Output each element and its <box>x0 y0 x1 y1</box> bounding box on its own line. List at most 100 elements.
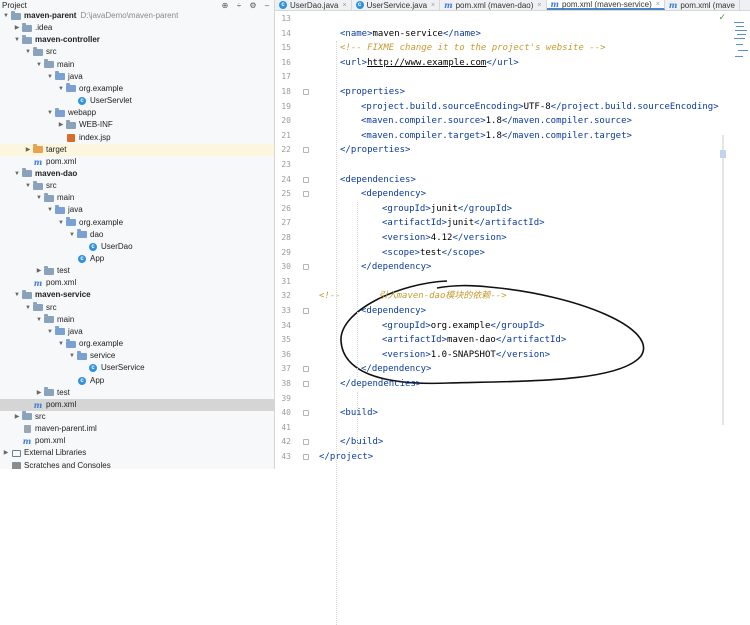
editor-tab[interactable]: m pom.xml (maven-service) × <box>546 0 665 10</box>
tree-item[interactable]: c App <box>0 375 274 387</box>
tree-item[interactable]: ▼ org.example <box>0 83 274 95</box>
tree-item[interactable]: m pom.xml <box>0 156 274 168</box>
tree-item[interactable]: ▼ maven-service <box>0 289 274 301</box>
fold-marker-icon[interactable] <box>303 89 309 95</box>
fold-marker-icon[interactable] <box>303 176 309 183</box>
chevron-down-icon[interactable]: ▼ <box>35 314 43 326</box>
chevron-down-icon[interactable]: ▼ <box>57 338 65 350</box>
fold-marker-icon[interactable] <box>303 454 309 460</box>
fold-marker-icon[interactable] <box>303 147 309 154</box>
chevron-down-icon[interactable]: ▼ <box>46 326 54 338</box>
tree-item[interactable]: ▼ maven-dao <box>0 168 274 180</box>
fold-marker-icon[interactable] <box>303 381 309 387</box>
tree-item[interactable]: c UserDao <box>0 241 274 253</box>
chevron-down-icon[interactable]: ▼ <box>68 229 76 241</box>
code-area[interactable]: <name>maven-service</name> <!-- FIXME cha… <box>319 11 750 625</box>
tree-item[interactable]: ▼ main <box>0 192 274 204</box>
tree-item[interactable]: m pom.xml <box>0 277 274 289</box>
chevron-down-icon[interactable]: ▼ <box>24 46 32 58</box>
scrollbar-thumb[interactable] <box>720 150 726 158</box>
code-token: <!-- 引入maven-dao模块的依赖--> <box>319 291 507 302</box>
chevron-right-icon[interactable]: ▶ <box>35 387 43 399</box>
tree-item[interactable]: ▼ src <box>0 180 274 192</box>
chevron-right-icon[interactable]: ▶ <box>35 265 43 277</box>
tree-item[interactable]: ▼ src <box>0 302 274 314</box>
project-panel-title[interactable]: Project <box>2 1 218 10</box>
fold-marker-icon[interactable] <box>303 308 309 314</box>
tree-item[interactable]: ▼ org.example <box>0 338 274 350</box>
tree-item[interactable]: m pom.xml <box>0 398 274 411</box>
tree-item[interactable]: ▼ maven-parent D:\javaDemo\maven-parent <box>0 10 274 22</box>
fold-marker-icon[interactable] <box>303 410 309 417</box>
chevron-down-icon[interactable]: ▼ <box>57 83 65 95</box>
chevron-right-icon[interactable]: ▶ <box>57 119 65 131</box>
tree-item[interactable]: ▼ webapp <box>0 107 274 119</box>
tree-item[interactable]: ▼ src <box>0 46 274 58</box>
tree-item[interactable]: ▼ service <box>0 350 274 362</box>
tree-item[interactable]: maven-parent.iml <box>0 423 274 435</box>
chevron-down-icon[interactable]: ▼ <box>46 107 54 119</box>
tree-item[interactable]: Scratches and Consoles <box>0 460 274 469</box>
code-token: <maven.compiler.source> <box>361 116 486 127</box>
collapse-icon[interactable]: ÷ <box>232 1 246 10</box>
tree-item[interactable]: ▼ java <box>0 326 274 338</box>
gear-icon[interactable]: ⊕ <box>218 1 232 10</box>
tree-item[interactable]: ▶ src <box>0 411 274 423</box>
code-token: test <box>419 247 442 258</box>
tree-item[interactable]: ▶ target <box>0 143 274 156</box>
close-icon[interactable]: × <box>537 2 541 9</box>
package-icon <box>66 83 76 93</box>
tree-item[interactable]: ▼ maven-controller <box>0 34 274 46</box>
editor-tab[interactable]: c UserDao.java × <box>275 0 352 10</box>
tree-item[interactable]: index.jsp <box>0 132 274 144</box>
fold-marker-icon[interactable] <box>303 366 309 373</box>
tree-item[interactable]: ▶ External Libraries <box>0 447 274 459</box>
close-icon[interactable]: × <box>656 1 660 8</box>
editor-tab[interactable]: c UserService.java × <box>352 0 441 10</box>
module-folder-icon <box>22 34 32 44</box>
chevron-down-icon[interactable]: ▼ <box>35 192 43 204</box>
chevron-down-icon[interactable]: ▼ <box>2 10 10 22</box>
tree-item[interactable]: c UserService <box>0 362 274 374</box>
chevron-down-icon[interactable]: ▼ <box>13 289 21 301</box>
chevron-down-icon[interactable]: ▼ <box>35 59 43 71</box>
editor-tab[interactable]: m pom.xml (mave <box>665 0 741 10</box>
tree-item[interactable]: c UserServlet <box>0 95 274 107</box>
code-token: </dependencies> <box>340 379 422 389</box>
tree-item[interactable]: ▼ main <box>0 59 274 71</box>
close-icon[interactable]: × <box>431 2 435 9</box>
tree-item[interactable]: ▶ WEB-INF <box>0 119 274 131</box>
tree-item[interactable]: ▼ java <box>0 204 274 216</box>
close-icon[interactable]: × <box>342 2 346 9</box>
chevron-down-icon[interactable]: ▼ <box>57 217 65 229</box>
minimize-icon[interactable]: – <box>260 1 274 10</box>
tree-item[interactable]: ▶ test <box>0 387 274 399</box>
chevron-down-icon[interactable]: ▼ <box>13 34 21 46</box>
chevron-down-icon[interactable]: ▼ <box>46 204 54 216</box>
settings-icon[interactable]: ⚙ <box>246 1 260 10</box>
tree-item[interactable]: ▼ org.example <box>0 217 274 229</box>
chevron-right-icon[interactable]: ▶ <box>2 447 10 459</box>
tree-item[interactable]: ▼ main <box>0 314 274 326</box>
line-number: 28 <box>281 233 291 242</box>
chevron-right-icon[interactable]: ▶ <box>13 22 21 34</box>
tree-item[interactable]: m pom.xml <box>0 435 274 447</box>
tree-item[interactable]: ▼ dao <box>0 229 274 241</box>
tree-item[interactable]: ▶ .idea <box>0 22 274 34</box>
fold-marker-icon[interactable] <box>303 191 309 198</box>
vertical-scrollbar[interactable] <box>722 135 724 425</box>
chevron-down-icon[interactable]: ▼ <box>24 180 32 192</box>
fold-marker-icon[interactable] <box>303 439 309 446</box>
fold-marker-icon[interactable] <box>303 264 309 271</box>
chevron-down-icon[interactable]: ▼ <box>13 168 21 180</box>
chevron-right-icon[interactable]: ▶ <box>24 144 32 156</box>
chevron-down-icon[interactable]: ▼ <box>24 302 32 314</box>
chevron-down-icon[interactable]: ▼ <box>46 71 54 83</box>
tree-item[interactable]: ▼ java <box>0 71 274 83</box>
tree-item[interactable]: c App <box>0 253 274 265</box>
editor-tab-label: pom.xml (maven-service) <box>561 0 652 9</box>
chevron-down-icon[interactable]: ▼ <box>68 350 76 362</box>
tree-item[interactable]: ▶ test <box>0 265 274 277</box>
editor-tab[interactable]: m pom.xml (maven-dao) × <box>440 0 547 10</box>
chevron-right-icon[interactable]: ▶ <box>13 411 21 423</box>
